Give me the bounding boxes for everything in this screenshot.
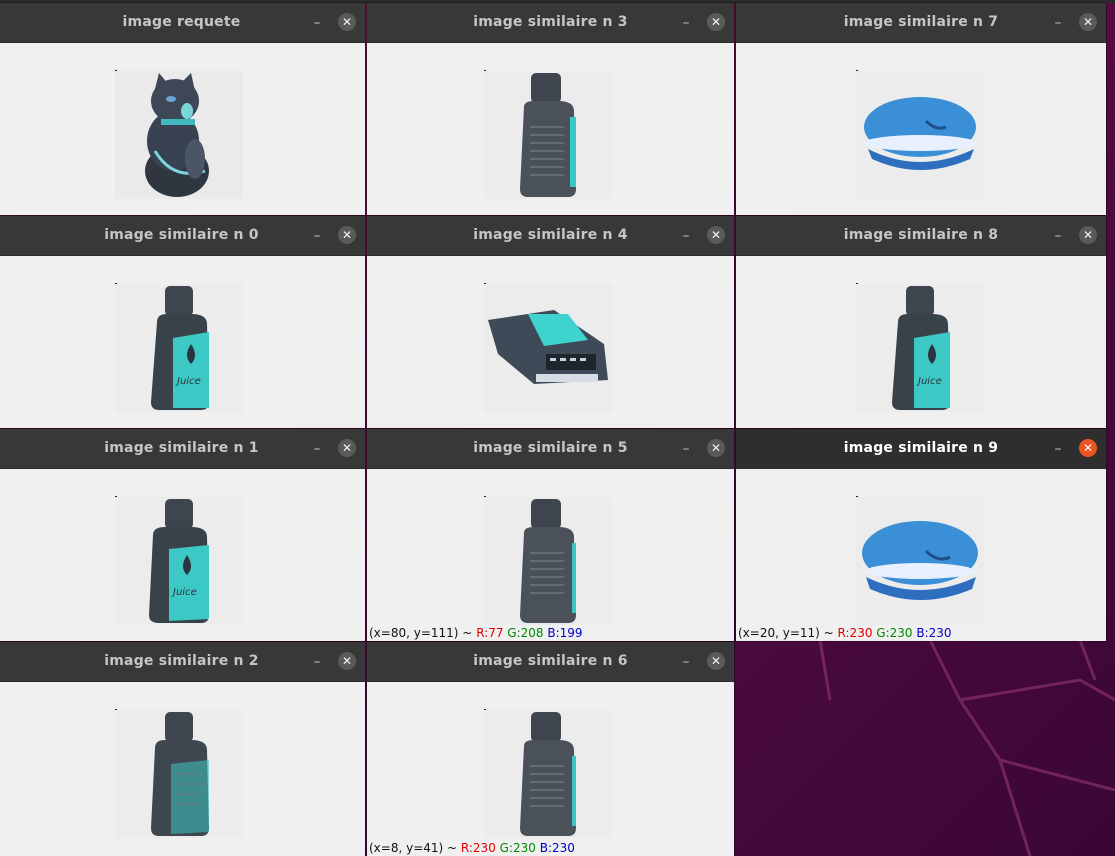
minimize-icon[interactable]: –: [676, 226, 696, 246]
image-canvas[interactable]: [0, 682, 365, 856]
close-icon[interactable]: ✕: [707, 439, 725, 457]
pixel-info-status: (x=8, y=41) ~ R:230 G:230 B:230: [369, 841, 575, 856]
image-canvas[interactable]: [736, 43, 1106, 215]
titlebar[interactable]: image similaire n 5 – ✕: [367, 429, 734, 469]
window-image-similaire-9[interactable]: image similaire n 9 – ✕ (x=20, y=11) ~ R…: [736, 429, 1106, 641]
pixel-info-status: (x=20, y=11) ~ R:230 G:230 B:230: [738, 626, 952, 641]
cat-figurine-image: [115, 71, 243, 199]
minimize-icon[interactable]: –: [1048, 226, 1068, 246]
status-blue: B:230: [539, 841, 575, 855]
close-icon[interactable]: ✕: [338, 226, 356, 244]
image-canvas[interactable]: Juice: [0, 256, 365, 428]
window-image-similaire-6[interactable]: image similaire n 6 – ✕ (x=8, y=41) ~ R:…: [367, 642, 734, 856]
minimize-icon[interactable]: –: [307, 226, 327, 246]
window-image-similaire-5[interactable]: image similaire n 5 – ✕ (x=80, y=111) ~ …: [367, 429, 734, 641]
image-canvas[interactable]: Juice: [0, 469, 365, 641]
image-canvas[interactable]: (x=8, y=41) ~ R:230 G:230 B:230: [367, 682, 734, 856]
image-canvas[interactable]: [367, 256, 734, 428]
burger-image: [856, 71, 984, 199]
bottle-label-image: Juice: [115, 284, 243, 412]
image-canvas[interactable]: [0, 43, 365, 215]
pixel-info-status: (x=80, y=111) ~ R:77 G:208 B:199: [369, 626, 583, 641]
status-green: G:208: [507, 626, 544, 640]
status-green: G:230: [876, 626, 913, 640]
minimize-icon[interactable]: –: [307, 13, 327, 33]
image-canvas[interactable]: Juice: [736, 256, 1106, 428]
image-canvas[interactable]: [367, 43, 734, 215]
svg-text:Juice: Juice: [175, 376, 201, 387]
window-image-similaire-8[interactable]: image similaire n 8 – ✕ Juice: [736, 216, 1106, 428]
status-blue: B:230: [916, 626, 952, 640]
close-icon[interactable]: ✕: [1079, 226, 1097, 244]
titlebar[interactable]: image similaire n 1 – ✕: [0, 429, 365, 469]
status-coords: (x=80, y=111) ~: [369, 626, 473, 640]
titlebar[interactable]: image similaire n 0 – ✕: [0, 216, 365, 256]
minimize-icon[interactable]: –: [676, 13, 696, 33]
minimize-icon[interactable]: –: [676, 439, 696, 459]
bottle-label-image: Juice: [856, 284, 984, 412]
bottle-image: [484, 710, 612, 838]
titlebar[interactable]: image similaire n 3 – ✕: [367, 3, 734, 43]
status-coords: (x=20, y=11) ~: [738, 626, 834, 640]
close-icon[interactable]: ✕: [1079, 13, 1097, 31]
titlebar[interactable]: image similaire n 7 – ✕: [736, 3, 1106, 43]
minimize-icon[interactable]: –: [307, 652, 327, 672]
image-canvas[interactable]: (x=80, y=111) ~ R:77 G:208 B:199: [367, 469, 734, 641]
status-blue: B:199: [547, 626, 583, 640]
titlebar[interactable]: image similaire n 8 – ✕: [736, 216, 1106, 256]
toy-car-image: [484, 284, 612, 412]
titlebar[interactable]: image similaire n 6 – ✕: [367, 642, 734, 682]
minimize-icon[interactable]: –: [676, 652, 696, 672]
status-red: R:230: [837, 626, 873, 640]
minimize-icon[interactable]: –: [307, 439, 327, 459]
window-image-similaire-2[interactable]: image similaire n 2 – ✕: [0, 642, 365, 856]
close-icon[interactable]: ✕: [707, 652, 725, 670]
window-image-similaire-3[interactable]: image similaire n 3 – ✕: [367, 3, 734, 215]
window-image-requete[interactable]: image requete – ✕: [0, 3, 365, 215]
close-icon[interactable]: ✕: [707, 13, 725, 31]
bottle-image: [484, 71, 612, 199]
bottle-image: [484, 497, 612, 625]
svg-text:Juice: Juice: [916, 376, 942, 387]
window-image-similaire-1[interactable]: image similaire n 1 – ✕ Juice: [0, 429, 365, 641]
minimize-icon[interactable]: –: [1048, 439, 1068, 459]
bottle-label-image: Juice: [115, 497, 243, 625]
bottle-image: [115, 710, 243, 838]
status-red: R:230: [460, 841, 496, 855]
titlebar[interactable]: image similaire n 9 – ✕: [736, 429, 1106, 469]
status-coords: (x=8, y=41) ~: [369, 841, 458, 855]
window-image-similaire-4[interactable]: image similaire n 4 – ✕: [367, 216, 734, 428]
close-icon[interactable]: ✕: [338, 13, 356, 31]
close-icon[interactable]: ✕: [1079, 439, 1097, 457]
svg-text:Juice: Juice: [171, 587, 197, 598]
titlebar[interactable]: image requete – ✕: [0, 3, 365, 43]
window-image-similaire-0[interactable]: image similaire n 0 – ✕ Juice: [0, 216, 365, 428]
close-icon[interactable]: ✕: [707, 226, 725, 244]
status-green: G:230: [499, 841, 536, 855]
window-image-similaire-7[interactable]: image similaire n 7 – ✕: [736, 3, 1106, 215]
titlebar[interactable]: image similaire n 2 – ✕: [0, 642, 365, 682]
image-canvas[interactable]: (x=20, y=11) ~ R:230 G:230 B:230: [736, 469, 1106, 641]
close-icon[interactable]: ✕: [338, 652, 356, 670]
titlebar[interactable]: image similaire n 4 – ✕: [367, 216, 734, 256]
close-icon[interactable]: ✕: [338, 439, 356, 457]
status-red: R:77: [476, 626, 504, 640]
burger-image: [856, 497, 984, 625]
minimize-icon[interactable]: –: [1048, 13, 1068, 33]
